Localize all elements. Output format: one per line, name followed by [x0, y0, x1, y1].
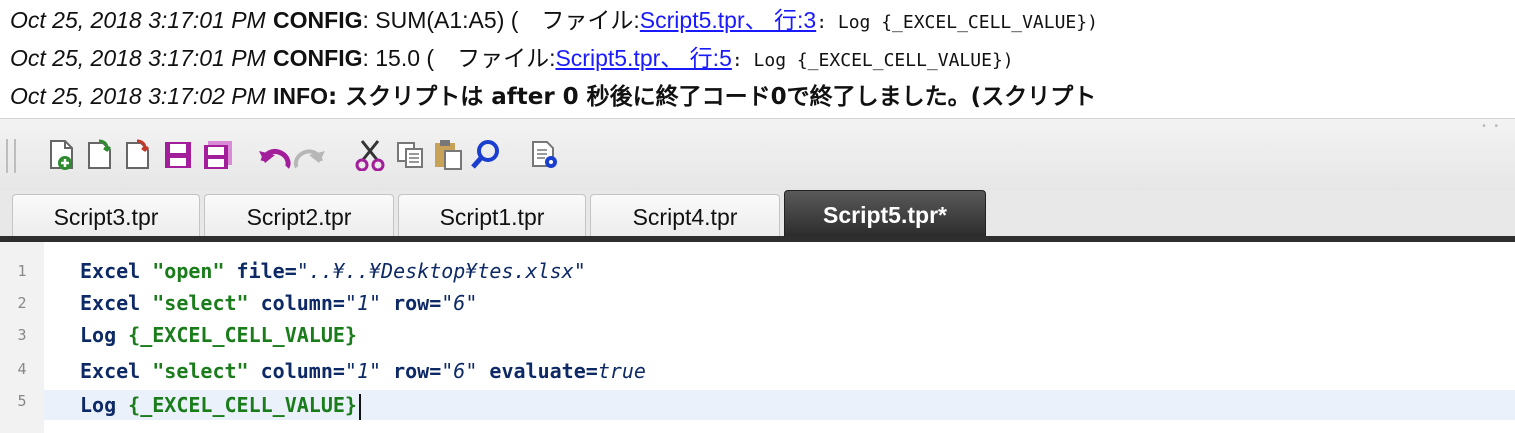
- resize-grip-icon[interactable]: • •: [1482, 121, 1501, 132]
- line-number: 1: [17, 262, 27, 280]
- undo-icon[interactable]: [256, 137, 292, 173]
- line-number-gutter: 1 2 3 4 5: [0, 242, 44, 433]
- code-line[interactable]: Excel "select" column="1" row="6" evalua…: [80, 356, 646, 386]
- log-panel: Oct 25, 2018 3:17:01 PM CONFIG: SUM(A1:A…: [0, 0, 1515, 118]
- line-number: 2: [17, 294, 27, 312]
- copy-icon[interactable]: [392, 137, 428, 173]
- code-line[interactable]: Excel "select" column="1" row="6": [80, 288, 477, 318]
- text-caret: [358, 393, 361, 420]
- code-command: Log: [80, 393, 117, 417]
- tab-script3[interactable]: Script3.tpr: [12, 194, 200, 238]
- redo-icon[interactable]: [292, 137, 328, 173]
- code-param: column=: [248, 291, 345, 315]
- code-param: file=: [224, 259, 297, 283]
- log-timestamp: Oct 25, 2018 3:17:02 PM: [10, 83, 266, 109]
- code-param: row=: [381, 291, 442, 315]
- code-value: "1": [344, 291, 382, 315]
- code-param: evaluate=: [477, 359, 598, 383]
- log-tail: : Log {_EXCEL_CELL_VALUE}): [816, 12, 1098, 33]
- code-action: "select": [152, 291, 249, 315]
- code-action: "select": [152, 359, 249, 383]
- new-template-icon[interactable]: [82, 137, 118, 173]
- tab-script2[interactable]: Script2.tpr: [204, 194, 394, 238]
- save-icon[interactable]: [160, 137, 196, 173]
- code-value: "6": [441, 291, 478, 315]
- code-value: "6": [441, 359, 478, 383]
- tab-script1[interactable]: Script1.tpr: [398, 194, 586, 238]
- line-number: 5: [17, 392, 27, 410]
- open-file-icon[interactable]: [120, 137, 156, 173]
- script-editor[interactable]: 1 2 3 4 5 Excel "open" file="..¥..¥Deskt…: [0, 242, 1515, 433]
- line-number: 4: [17, 360, 27, 378]
- log-file-link[interactable]: Script5.tpr、 行:5: [555, 45, 731, 71]
- new-file-icon[interactable]: [44, 137, 80, 173]
- code-value: true: [597, 359, 646, 383]
- log-line: Oct 25, 2018 3:17:02 PM INFO: スクリプトは aft…: [10, 80, 1096, 112]
- code-command: Excel: [80, 259, 141, 283]
- code-param: column=: [248, 359, 345, 383]
- tab-script5[interactable]: Script5.tpr*: [784, 190, 986, 238]
- log-line: Oct 25, 2018 3:17:01 PM CONFIG: SUM(A1:A…: [10, 4, 1098, 36]
- code-param: row=: [381, 359, 442, 383]
- toolbar-grip[interactable]: [6, 139, 16, 173]
- log-message: : SUM(A1:A5) ( ファイル:: [362, 7, 640, 33]
- log-timestamp: Oct 25, 2018 3:17:01 PM: [10, 45, 266, 71]
- code-line[interactable]: Log {_EXCEL_CELL_VALUE}: [80, 390, 361, 420]
- toolbar: • •: [0, 118, 1515, 191]
- code-line[interactable]: Excel "open" file="..¥..¥Desktop¥tes.xls…: [80, 256, 586, 286]
- code-variable: {_EXCEL_CELL_VALUE}: [128, 393, 357, 417]
- settings-icon[interactable]: [526, 137, 562, 173]
- code-value: "..¥..¥Desktop¥tes.xlsx": [296, 259, 586, 283]
- tab-script4[interactable]: Script4.tpr: [590, 194, 780, 238]
- log-tail: : Log {_EXCEL_CELL_VALUE}): [731, 50, 1014, 71]
- code-command: Log: [80, 323, 117, 347]
- tab-bar: Script3.tpr Script2.tpr Script1.tpr Scri…: [0, 190, 1515, 238]
- line-number: 3: [17, 326, 27, 344]
- log-level: INFO: [273, 83, 328, 109]
- code-value: "1": [344, 359, 382, 383]
- paste-icon[interactable]: [430, 137, 466, 173]
- log-file-link[interactable]: Script5.tpr、 行:3: [640, 7, 816, 33]
- code-command: Excel: [80, 359, 141, 383]
- cut-icon[interactable]: [352, 137, 388, 173]
- log-message: : スクリプトは after 0 秒後に終了コード0で終了しました。(スクリプト: [327, 84, 1097, 110]
- search-icon[interactable]: [468, 137, 504, 173]
- log-level: CONFIG: [273, 45, 363, 71]
- code-variable: {_EXCEL_CELL_VALUE}: [128, 323, 357, 347]
- log-message: : 15.0 ( ファイル:: [362, 45, 556, 71]
- code-action: "open": [152, 259, 225, 283]
- log-level: CONFIG: [273, 7, 363, 33]
- save-as-icon[interactable]: [200, 137, 236, 173]
- log-line: Oct 25, 2018 3:17:01 PM CONFIG: 15.0 ( フ…: [10, 42, 1014, 74]
- code-line[interactable]: Log {_EXCEL_CELL_VALUE}: [80, 320, 357, 350]
- log-timestamp: Oct 25, 2018 3:17:01 PM: [10, 7, 266, 33]
- code-command: Excel: [80, 291, 141, 315]
